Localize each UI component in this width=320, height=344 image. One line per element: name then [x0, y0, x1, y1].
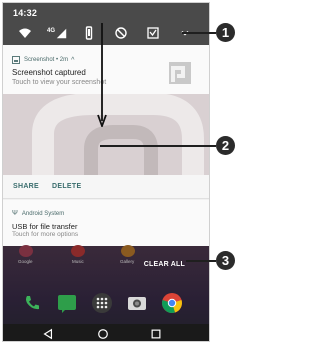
chrome-app-icon[interactable]	[161, 292, 183, 314]
status-time: 14:32	[13, 8, 38, 18]
chevron-up-icon[interactable]: ^	[71, 57, 74, 64]
usb-notification[interactable]: Ψ Android System USB for file transfer T…	[3, 200, 209, 246]
home-icon[interactable]	[96, 327, 110, 341]
app-drawer-icon[interactable]	[91, 292, 113, 314]
delete-button[interactable]: DELETE	[52, 183, 81, 190]
screenshot-thumbnail[interactable]	[169, 62, 191, 84]
callout-line-3	[186, 260, 216, 262]
signal-icon[interactable]: 4G	[41, 24, 73, 42]
callout-line-2	[100, 145, 216, 147]
usb-notification-title: USB for file transfer	[12, 222, 78, 231]
callout-badge-1: 1	[216, 23, 235, 42]
notification-app-name: Screenshot	[24, 57, 55, 63]
phone-app-icon[interactable]	[21, 292, 43, 314]
google-app-icon[interactable]	[19, 245, 33, 257]
callout-badge-3: 3	[216, 251, 235, 270]
app-label-music: Music	[72, 259, 84, 264]
notification-actions: SHARE DELETE	[3, 175, 209, 199]
swipe-down-arrow-icon	[97, 23, 107, 127]
callout-line-1	[182, 32, 216, 34]
callout-badge-2: 2	[216, 136, 235, 155]
dock	[3, 292, 209, 318]
network-type-label: 4G	[46, 28, 55, 34]
clear-all-button[interactable]: CLEAR ALL	[144, 261, 185, 268]
messages-app-icon[interactable]	[56, 292, 78, 314]
notification-header: Screenshot • 2m ^	[12, 56, 74, 64]
camera-app-icon[interactable]	[126, 292, 148, 314]
usb-notification-header: Ψ Android System	[12, 210, 64, 217]
usb-app-name: Android System	[21, 210, 65, 217]
app-label-gallery: Gallery	[120, 259, 135, 264]
home-screen: Google Music Gallery CLEAR ALL	[3, 245, 209, 341]
notification-text: Touch to view your screenshot	[12, 79, 107, 86]
wifi-icon[interactable]	[9, 24, 41, 42]
notification-time: 2m	[59, 57, 69, 63]
share-button[interactable]: SHARE	[13, 183, 39, 190]
gallery-app-icon[interactable]	[121, 245, 135, 257]
screenshot-icon[interactable]	[137, 24, 169, 42]
notification-title: Screenshot captured	[12, 68, 86, 77]
usb-icon: Ψ	[12, 210, 18, 217]
app-label-google: Google	[18, 259, 33, 264]
music-app-icon[interactable]	[71, 245, 85, 257]
recents-icon[interactable]	[149, 327, 163, 341]
do-not-disturb-icon[interactable]	[105, 24, 137, 42]
back-icon[interactable]	[41, 327, 55, 341]
usb-notification-text: Touch for more options	[12, 231, 79, 238]
phone-screen: 14:32 4G Screenshot • 2m ^ Screenshot ca…	[2, 2, 210, 342]
screenshot-app-icon	[12, 56, 20, 64]
navigation-bar	[3, 324, 209, 341]
